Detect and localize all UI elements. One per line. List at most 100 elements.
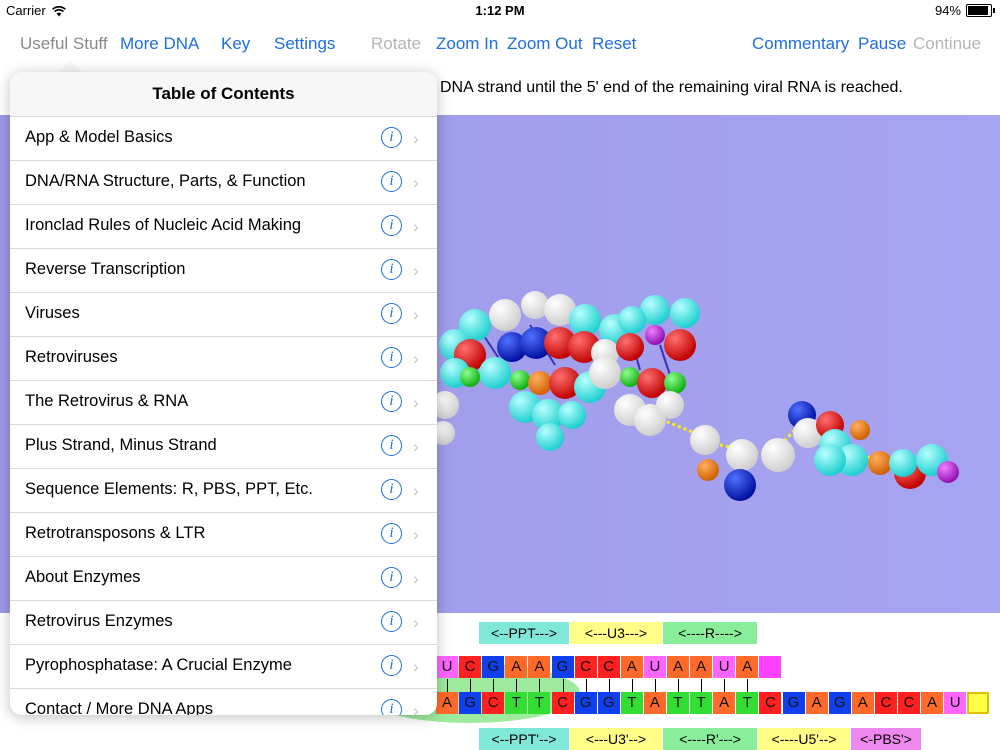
dna-base: T [690,692,713,714]
toc-item[interactable]: Pyrophosphatase: A Crucial Enzyme i › [10,644,437,688]
label-u3: <---U3---> [570,622,662,644]
dna-base: G [459,692,482,714]
toc-item[interactable]: Retroviruses i › [10,336,437,380]
info-icon[interactable]: i [381,435,402,456]
chevron-right-icon: › [413,129,419,148]
chevron-right-icon: › [413,701,419,715]
hydrogen-bond [701,679,703,693]
rna-base: C [597,656,620,678]
useful-stuff-button[interactable]: Useful Stuff [20,34,108,54]
pause-button[interactable]: Pause [858,34,906,54]
info-icon[interactable]: i [381,699,402,715]
info-icon[interactable]: i [381,391,402,412]
rna-base: G [551,656,574,678]
rna-base: A [620,656,643,678]
dna-base: C [874,692,897,714]
toc-item-label: Contact / More DNA Apps [25,700,214,715]
toc-item[interactable]: DNA/RNA Structure, Parts, & Function i › [10,160,437,204]
continue-button[interactable]: Continue [913,34,981,54]
dna-base: C [898,692,920,714]
toc-item-label: The Retrovirus & RNA [25,392,189,410]
info-icon[interactable]: i [381,479,402,500]
rna-base: U [436,656,458,678]
zoom-out-button[interactable]: Zoom Out [507,34,583,54]
info-icon[interactable]: i [381,523,402,544]
toc-item[interactable]: About Enzymes i › [10,556,437,600]
hydrogen-bond [724,679,726,693]
chevron-right-icon: › [413,569,419,588]
rna-base: C [459,656,482,678]
dna-base [967,692,990,714]
chevron-right-icon: › [413,481,419,500]
key-button[interactable]: Key [221,34,250,54]
dna-base: A [921,692,944,714]
info-icon[interactable]: i [381,655,402,676]
dna-base: G [782,692,805,714]
chevron-right-icon: › [413,437,419,456]
hydrogen-bond [608,679,610,693]
chevron-right-icon: › [413,305,419,324]
info-icon[interactable]: i [381,171,402,192]
hydrogen-bond [678,679,679,693]
dna-base: A [713,692,736,714]
label-u5-prime: <----U5'--> [758,728,850,750]
toc-item[interactable]: Viruses i › [10,292,437,336]
toc-item-label: Retroviruses [25,348,118,366]
status-bar: Carrier 1:12 PM 94% [0,0,1000,20]
info-icon[interactable]: i [381,611,402,632]
toc-item[interactable]: The Retrovirus & RNA i › [10,380,437,424]
hydrogen-bond [516,679,518,693]
toc-item-label: Sequence Elements: R, PBS, PPT, Etc. [25,480,313,498]
info-icon[interactable]: i [381,259,402,280]
toc-item[interactable]: Retrotransposons & LTR i › [10,512,437,556]
toc-item[interactable]: App & Model Basics i › [10,116,437,160]
toc-item-label: App & Model Basics [25,128,173,146]
rna-base: U [713,656,736,678]
dna-base: G [597,692,620,714]
dna-base: T [528,692,551,714]
settings-button[interactable]: Settings [274,34,335,54]
toc-item-label: Retrovirus Enzymes [25,612,173,630]
toc-item[interactable]: Contact / More DNA Apps i › [10,688,437,715]
info-icon[interactable]: i [381,303,402,324]
dna-base: T [620,692,643,714]
toc-item[interactable]: Ironclad Rules of Nucleic Acid Making i › [10,204,437,248]
toolbar: Useful Stuff More DNA Key Settings Rotat… [0,20,1000,66]
hydrogen-bond [654,679,656,693]
info-icon[interactable]: i [381,347,402,368]
chevron-right-icon: › [413,393,419,412]
chevron-right-icon: › [413,261,419,280]
toc-item[interactable]: Sequence Elements: R, PBS, PPT, Etc. i › [10,468,437,512]
zoom-in-button[interactable]: Zoom In [436,34,498,54]
toc-item[interactable]: Retrovirus Enzymes i › [10,600,437,644]
more-dna-button[interactable]: More DNA [120,34,199,54]
toc-item-label: Retrotransposons & LTR [25,524,206,542]
commentary-button[interactable]: Commentary [752,34,849,54]
dna-base: A [805,692,828,714]
hydrogen-bond [585,679,587,693]
rna-base: U [643,656,666,678]
rna-base: A [667,656,689,678]
label-r: <----R----> [663,622,757,644]
dna-base: T [505,692,528,714]
dna-base: A [851,692,874,714]
dna-base: G [574,692,597,714]
info-icon[interactable]: i [381,215,402,236]
toc-list: App & Model Basics i › DNA/RNA Structure, P… [10,116,437,715]
toc-item-label: About Enzymes [25,568,141,586]
reset-button[interactable]: Reset [592,34,636,54]
rna-base: C [574,656,597,678]
info-icon[interactable]: i [381,127,402,148]
rna-base: A [736,656,759,678]
battery-indicator: 94% [935,3,995,18]
dna-base: A [436,692,458,714]
toc-item[interactable]: Reverse Transcription i › [10,248,437,292]
rotate-button[interactable]: Rotate [371,34,421,54]
info-icon[interactable]: i [381,567,402,588]
rna-base: A [505,656,528,678]
chevron-right-icon: › [413,657,419,676]
rna-base: A [690,656,713,678]
toc-item[interactable]: Plus Strand, Minus Strand i › [10,424,437,468]
dna-base: C [759,692,782,714]
chevron-right-icon: › [413,349,419,368]
